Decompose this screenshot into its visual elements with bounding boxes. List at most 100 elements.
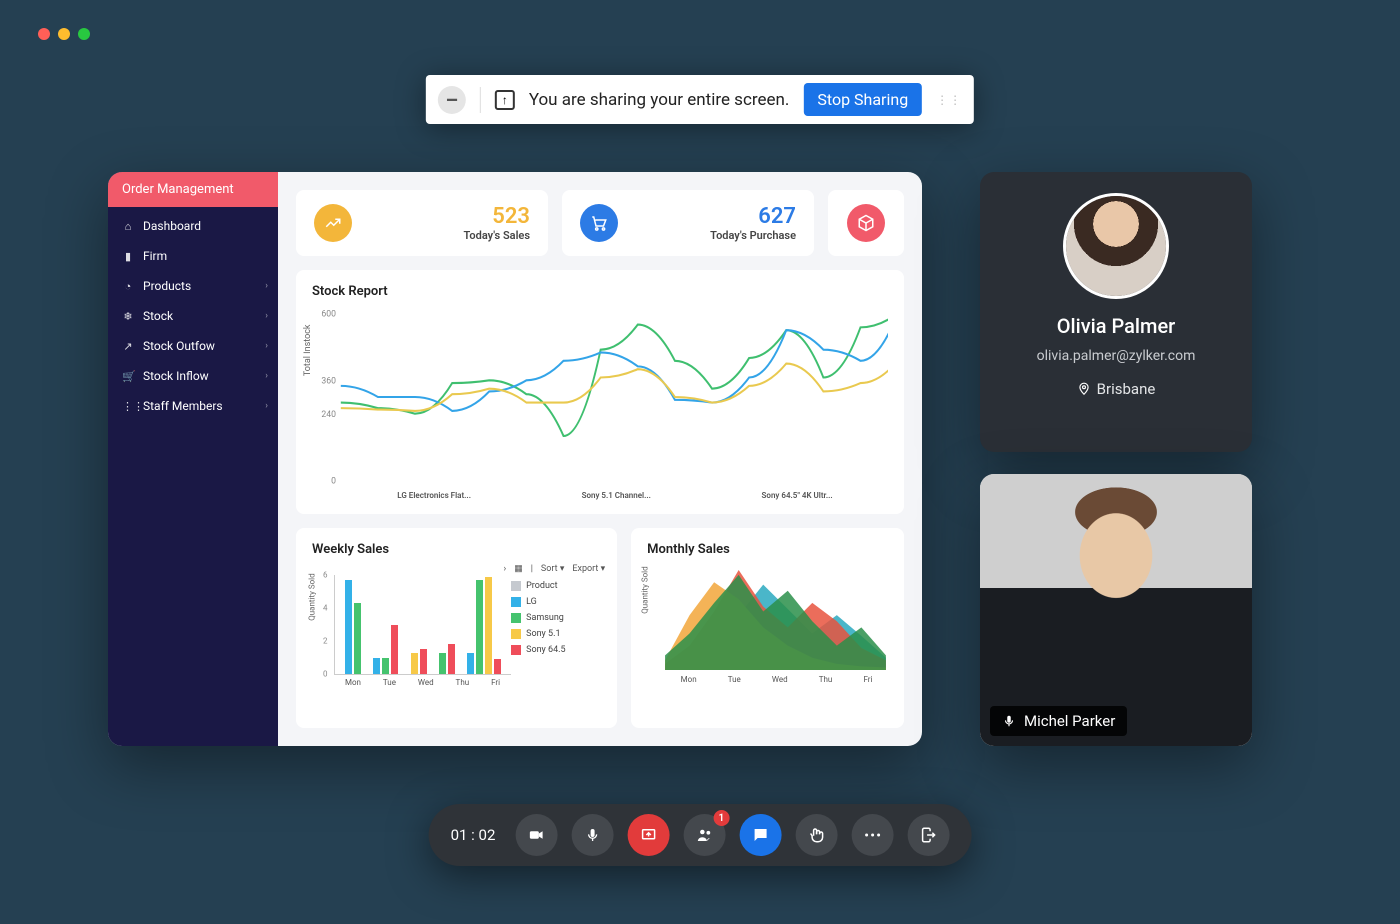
kpi-label: Today's Sales <box>366 229 530 242</box>
share-screen-icon: ↑ <box>495 90 515 110</box>
divider <box>480 87 481 113</box>
panel-title: Monthly Sales <box>647 542 888 557</box>
sidebar-item-label: Products <box>143 279 191 293</box>
svg-text:0: 0 <box>331 476 336 486</box>
sidebar-item-stock-inflow[interactable]: 🛒 Stock Inflow › <box>108 361 278 391</box>
export-button[interactable]: Export ▾ <box>572 564 605 574</box>
svg-text:600: 600 <box>321 309 336 319</box>
monthly-sales-panel: Monthly Sales Quantity Sold MonTueWedThu… <box>631 528 904 728</box>
collapse-button[interactable]: – <box>438 86 466 114</box>
sidebar-item-label: Dashboard <box>143 219 201 233</box>
sidebar-item-products[interactable]: ◔Products› <box>108 271 278 301</box>
sidebar-item-stock-outfow[interactable]: ↗ Stock Outfow › <box>108 331 278 361</box>
expand-icon[interactable]: › <box>503 564 506 574</box>
sort-button[interactable]: Sort ▾ <box>541 564 564 574</box>
sidebar-item-label: Firm <box>143 249 167 263</box>
participant-email: olivia.palmer@zylker.com <box>1037 348 1196 364</box>
legend-item[interactable]: Sony 64.5 <box>511 645 601 655</box>
y-axis-label: Quantity Sold <box>641 566 650 613</box>
legend-item[interactable]: Sony 5.1 <box>511 629 601 639</box>
screen-share-bar: – ↑ You are sharing your entire screen. … <box>426 75 974 124</box>
inflow-icon: 🛒 <box>122 370 134 383</box>
chevron-right-icon: › <box>265 341 268 351</box>
minimize-dot[interactable] <box>58 28 70 40</box>
share-message: You are sharing your entire screen. <box>529 90 790 110</box>
svg-text:360: 360 <box>321 376 336 386</box>
microphone-button[interactable] <box>571 814 613 856</box>
sidebar: Order Management ⌂Dashboard▮Firm◔Product… <box>108 172 278 746</box>
participant-location: Brisbane <box>1077 380 1156 398</box>
chevron-right-icon: › <box>265 401 268 411</box>
chart-icon <box>314 204 352 242</box>
leave-button[interactable] <box>907 814 949 856</box>
panel-tools: › ▦ | Sort ▾ Export ▾ <box>503 564 605 574</box>
sidebar-item-staff-members[interactable]: ⋮⋮Staff Members› <box>108 391 278 421</box>
stop-sharing-button[interactable]: Stop Sharing <box>803 83 922 116</box>
x-axis-labels: LG Electronics Flat...Sony 5.1 Channel..… <box>312 491 888 500</box>
sidebar-item-firm[interactable]: ▮ Firm <box>108 241 278 271</box>
call-timer: 01 : 02 <box>451 826 496 844</box>
kpi-label: Today's Purchase <box>632 229 796 242</box>
participants-button[interactable]: 1 <box>683 814 725 856</box>
chevron-right-icon: › <box>265 371 268 381</box>
participant-name: Michel Parker <box>1024 712 1115 730</box>
sidebar-item-dashboard[interactable]: ⌂ Dashboard <box>108 211 278 241</box>
participant-card-olivia[interactable]: Olivia Palmer olivia.palmer@zylker.com B… <box>980 172 1252 452</box>
weekly-chart: Quantity Sold 0246 MonTueWedThuFri <box>312 575 511 705</box>
close-dot[interactable] <box>38 28 50 40</box>
kpi-today-purchase[interactable]: 627 Today's Purchase <box>562 190 814 256</box>
kpi-extra[interactable] <box>828 190 904 256</box>
participant-name-tag: Michel Parker <box>990 706 1127 736</box>
call-toolbar: 01 : 02 1 <box>429 804 972 866</box>
sidebar-item-label: Stock <box>143 309 173 323</box>
participant-name: Olivia Palmer <box>1057 314 1176 338</box>
panel-title: Weekly Sales <box>312 542 601 557</box>
chevron-right-icon: › <box>265 281 268 291</box>
location-text: Brisbane <box>1097 380 1156 398</box>
legend-item[interactable]: Samsung <box>511 613 601 623</box>
kpi-row: 523 Today's Sales 627 Today's Purchase <box>296 190 904 256</box>
sidebar-item-label: Stock Outfow <box>143 339 215 353</box>
microphone-icon <box>1002 714 1016 728</box>
y-axis-label: Total Instock <box>303 325 313 377</box>
dash-icon: ⌂ <box>122 220 134 233</box>
weekly-legend: Product LG Samsung Sony 5.1 Sony 64.5 <box>511 575 601 705</box>
kpi-value: 627 <box>632 204 796 229</box>
participants-badge: 1 <box>713 810 729 826</box>
maximize-dot[interactable] <box>78 28 90 40</box>
stock-report-panel: Stock Report Total Instock 0 240 360 600 LG… <box>296 270 904 514</box>
chat-button[interactable] <box>739 814 781 856</box>
location-icon <box>1077 382 1091 396</box>
monthly-chart: Quantity Sold MonTueWedThuFri <box>647 565 888 700</box>
legend-item[interactable]: Product <box>511 581 601 591</box>
kpi-today-sales[interactable]: 523 Today's Sales <box>296 190 548 256</box>
stock-icon: ❄ <box>122 310 134 323</box>
legend-item[interactable]: LG <box>511 597 601 607</box>
kpi-value: 523 <box>366 204 530 229</box>
panel-title: Stock Report <box>312 284 888 299</box>
divider: | <box>531 564 533 574</box>
share-screen-button[interactable] <box>627 814 669 856</box>
drag-grip-icon[interactable]: ⋮⋮ <box>936 93 962 107</box>
sidebar-item-stock[interactable]: ❄ Stock › <box>108 301 278 331</box>
firm-icon: ▮ <box>122 250 134 263</box>
camera-button[interactable] <box>515 814 557 856</box>
outflow-icon: ↗ <box>122 340 134 353</box>
dashboard-window: Order Management ⌂Dashboard▮Firm◔Product… <box>108 172 922 746</box>
dashboard-main: 523 Today's Sales 627 Today's Purchase <box>278 172 922 746</box>
participant-card-michel[interactable]: Michel Parker <box>980 474 1252 746</box>
stock-report-chart: Total Instock 0240360600 <box>312 303 888 491</box>
chevron-right-icon: › <box>265 311 268 321</box>
svg-text:240: 240 <box>321 410 336 420</box>
sidebar-title: Order Management <box>108 172 278 207</box>
reactions-button[interactable] <box>795 814 837 856</box>
layers-icon[interactable]: ▦ <box>514 564 523 574</box>
y-axis-label: Quantity Sold <box>308 573 317 620</box>
weekly-sales-panel: Weekly Sales › ▦ | Sort ▾ Export ▾ Quant… <box>296 528 617 728</box>
avatar <box>1066 196 1166 296</box>
cart-icon <box>580 204 618 242</box>
staff-icon: ⋮⋮ <box>122 400 134 413</box>
window-controls <box>38 28 90 40</box>
sidebar-item-label: Stock Inflow <box>143 369 209 383</box>
more-button[interactable] <box>851 814 893 856</box>
